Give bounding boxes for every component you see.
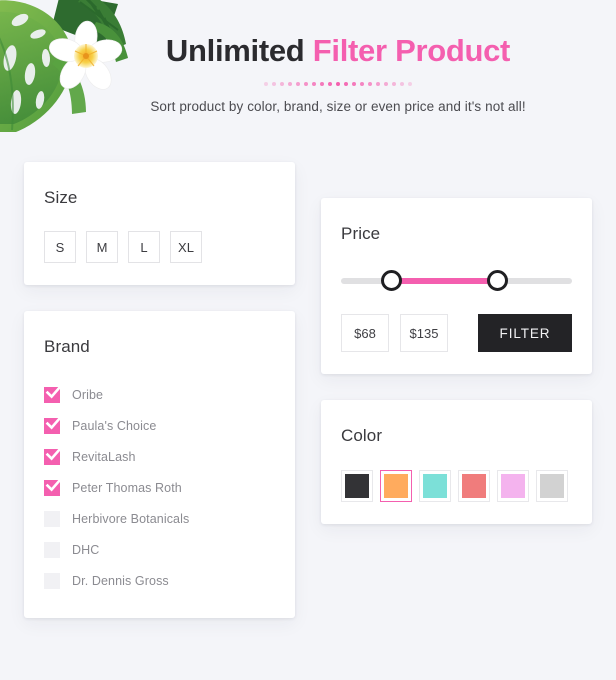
divider-dot <box>400 82 404 87</box>
color-swatch-fill <box>345 474 369 498</box>
color-swatch-fill <box>384 474 408 498</box>
checkbox-unchecked-icon[interactable] <box>44 572 60 589</box>
color-swatch-coral[interactable] <box>458 470 490 502</box>
size-option-m[interactable]: M <box>86 231 118 263</box>
color-swatch-orange[interactable] <box>380 470 412 502</box>
header-text-block: Unlimited Filter Product Sort product by… <box>0 0 616 114</box>
divider-dot <box>288 82 292 87</box>
price-card: Price $68 $135 FILTER <box>321 198 592 374</box>
color-card-title: Color <box>341 426 383 445</box>
divider-dot <box>304 82 308 87</box>
brand-card-title: Brand <box>44 337 90 356</box>
page-title-plain: Unlimited <box>165 33 305 68</box>
price-range-slider[interactable] <box>341 270 572 292</box>
price-inputs-row: $68 $135 FILTER <box>341 314 572 352</box>
dotted-divider <box>258 79 418 89</box>
divider-dot <box>280 82 284 87</box>
filters-layout: Size S M L XL Brand Oribe Paula's Choice Revi… <box>0 150 616 644</box>
checkbox-checked-icon[interactable] <box>44 383 63 403</box>
brand-list-item[interactable]: DHC <box>44 534 275 565</box>
brand-label: Herbivore Botanicals <box>72 511 190 526</box>
divider-dot <box>312 82 316 87</box>
size-card-title: Size <box>44 188 78 207</box>
price-card-title: Price <box>341 224 381 243</box>
checkbox-checked-icon[interactable] <box>44 476 63 496</box>
size-option-xl[interactable]: XL <box>170 231 202 263</box>
divider-dot <box>336 82 340 87</box>
color-swatch-fill <box>423 474 447 498</box>
brand-label: Peter Thomas Roth <box>72 480 182 495</box>
color-swatch-light-pink[interactable] <box>497 470 529 502</box>
slider-active-range <box>391 278 499 284</box>
brand-list-item[interactable]: Paula's Choice <box>44 410 275 441</box>
color-swatch-light-gray[interactable] <box>536 470 568 502</box>
size-option-l[interactable]: L <box>128 231 160 263</box>
page-header: Unlimited Filter Product Sort product by… <box>0 0 616 150</box>
brand-label: DHC <box>72 542 100 557</box>
checkbox-checked-icon[interactable] <box>44 445 63 465</box>
divider-dot <box>320 82 324 87</box>
price-min-input[interactable]: $68 <box>341 314 389 352</box>
color-swatches <box>341 470 572 502</box>
page-title-accent: Filter Product <box>312 33 511 68</box>
brand-list-item[interactable]: Peter Thomas Roth <box>44 472 275 503</box>
size-card: Size S M L XL <box>24 162 295 285</box>
left-column: Size S M L XL Brand Oribe Paula's Choice Revi… <box>24 162 295 644</box>
brand-list-item[interactable]: Dr. Dennis Gross <box>44 565 275 596</box>
brand-checkbox-list: Oribe Paula's Choice RevitaLash Peter Thoma… <box>44 379 275 596</box>
checkbox-checked-icon[interactable] <box>44 414 63 434</box>
divider-dot <box>392 82 396 87</box>
divider-dot <box>296 82 300 87</box>
slider-handle-max[interactable] <box>487 270 509 291</box>
brand-card: Brand Oribe Paula's Choice RevitaLash Peter… <box>24 311 295 618</box>
divider-dot <box>360 82 364 87</box>
brand-label: Dr. Dennis Gross <box>72 573 169 588</box>
brand-list-item[interactable]: Oribe <box>44 379 275 410</box>
filter-button[interactable]: FILTER <box>478 314 572 352</box>
brand-label: Paula's Choice <box>72 418 157 433</box>
divider-dot <box>368 82 372 87</box>
color-swatch-turquoise[interactable] <box>419 470 451 502</box>
price-max-input[interactable]: $135 <box>400 314 448 352</box>
slider-handle-min[interactable] <box>380 270 402 291</box>
divider-dot <box>272 82 276 87</box>
color-swatch-fill <box>501 474 525 498</box>
page-title: Unlimited Filter Product <box>60 33 616 68</box>
color-swatch-fill <box>540 474 564 498</box>
size-options: S M L XL <box>44 231 275 263</box>
color-swatch-fill <box>462 474 486 498</box>
color-card: Color <box>321 400 592 524</box>
brand-list-item[interactable]: RevitaLash <box>44 441 275 472</box>
checkbox-unchecked-icon[interactable] <box>44 510 60 527</box>
divider-dot <box>352 82 356 87</box>
right-column: Price $68 $135 FILTER Color <box>321 162 592 550</box>
divider-dot <box>328 82 332 87</box>
brand-label: Oribe <box>72 387 104 402</box>
brand-label: RevitaLash <box>72 449 136 464</box>
divider-dot <box>264 82 268 87</box>
divider-dot <box>344 82 348 87</box>
checkbox-unchecked-icon[interactable] <box>44 541 60 558</box>
divider-dot <box>376 82 380 87</box>
divider-dot <box>408 82 412 87</box>
brand-list-item[interactable]: Herbivore Botanicals <box>44 503 275 534</box>
divider-dot <box>384 82 388 87</box>
color-swatch-charcoal[interactable] <box>341 470 373 502</box>
page-subtitle: Sort product by color, brand, size or ev… <box>150 99 526 115</box>
size-option-s[interactable]: S <box>44 231 76 263</box>
